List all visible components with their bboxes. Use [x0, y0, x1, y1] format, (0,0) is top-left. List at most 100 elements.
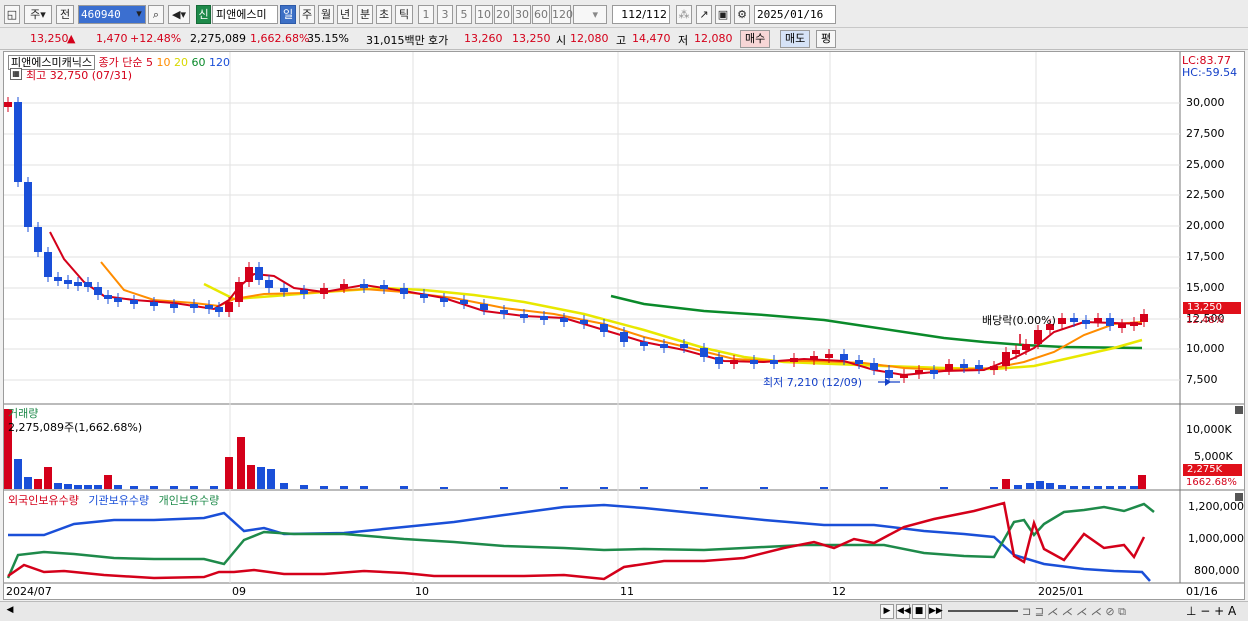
legend-ma5: 5	[145, 56, 153, 69]
window-icon[interactable]: ◱	[4, 5, 20, 24]
interval-dropdown[interactable]: ▾	[573, 5, 607, 24]
candle-body	[64, 280, 72, 284]
candle-body	[94, 287, 102, 295]
candle-body	[190, 304, 198, 308]
y-tick: 7,500	[1186, 373, 1218, 386]
interval-120[interactable]: 120	[551, 5, 573, 24]
volume-bar	[170, 486, 178, 489]
candle-body	[680, 344, 688, 348]
candle-body	[945, 364, 953, 370]
candle-body	[320, 288, 328, 294]
tab-minute[interactable]: 분	[357, 5, 373, 24]
x-label: 10	[415, 585, 429, 598]
candle-body	[225, 302, 233, 312]
volume-bar	[1138, 475, 1146, 489]
new-badge: 신	[196, 5, 211, 24]
draw-icon[interactable]: ↗	[696, 5, 712, 24]
candle-body	[930, 370, 938, 374]
event-note: 배당락(0.00%)	[982, 314, 1056, 327]
volume-bar	[225, 457, 233, 489]
buy-button[interactable]: 매수	[740, 30, 771, 48]
code-dropdown-icon[interactable]: ▾	[132, 5, 146, 24]
ask-price: 13,260	[464, 32, 503, 45]
volume-bar	[820, 487, 828, 489]
date-input[interactable]	[754, 5, 836, 24]
link-icon[interactable]: ⁂	[676, 5, 692, 24]
x-label: 2024/07	[6, 585, 52, 598]
interval-60[interactable]: 60	[532, 5, 550, 24]
tab-day[interactable]: 일	[280, 5, 296, 24]
vol-y-tick: 5,000K	[1194, 450, 1233, 463]
stock-name: 피앤에스미	[212, 5, 278, 24]
save-icon[interactable]: ▣	[715, 5, 731, 24]
ma10-line	[49, 231, 1143, 377]
period-type-select[interactable]: 주▾	[24, 5, 52, 24]
turnover-rate: 35.15%	[307, 32, 349, 45]
stop-icon[interactable]: ■	[912, 604, 926, 619]
volume-bar	[24, 477, 32, 489]
sound-icon[interactable]: ◀▾	[168, 5, 190, 24]
rewind-icon[interactable]: ◀◀	[896, 604, 911, 619]
low-note: 최저 7,210 (12/09)	[763, 376, 863, 389]
volume-bar	[280, 483, 288, 489]
legend-ma10: 10	[156, 56, 171, 69]
volume-bar	[560, 487, 568, 489]
volume-bar	[267, 469, 275, 489]
candle-body	[990, 366, 998, 370]
volume-bar	[700, 487, 708, 489]
interval-1[interactable]: 1	[418, 5, 434, 24]
volume-bar	[84, 485, 92, 489]
close-panel-icon[interactable]	[1235, 493, 1243, 501]
institution-holding-line	[8, 503, 1151, 582]
volume-value: 2,275,089주(1,662.68%)	[8, 421, 143, 434]
volume-bar	[1106, 486, 1114, 489]
candle-body	[715, 357, 723, 364]
drawing-tools[interactable]: ⊐ ⊒ ⋌ ⋌ ⋌ ⋌ ⊘ ⧉	[1022, 605, 1126, 619]
tab-second[interactable]: 초	[376, 5, 392, 24]
volume-bar	[760, 487, 768, 489]
zoom-slider[interactable]	[948, 610, 1018, 612]
avg-button[interactable]: 평	[816, 30, 837, 48]
candle-body	[1034, 330, 1042, 344]
candle-body	[520, 314, 528, 318]
chart-area[interactable]: 피앤에스미캐닉스 종가 단순 5 10 20 60 120 최고 32,750 …	[3, 51, 1245, 600]
zoom-controls[interactable]: ⊥ − + A	[1186, 604, 1236, 618]
candle-body	[114, 298, 122, 302]
candle-body	[14, 102, 22, 182]
interval-30[interactable]: 30	[513, 5, 531, 24]
search-icon[interactable]: ⌕	[148, 5, 164, 24]
interval-20[interactable]: 20	[494, 5, 512, 24]
calendar-icon[interactable]: ▦	[10, 68, 22, 80]
candle-body	[915, 370, 923, 374]
candle-body	[205, 305, 213, 309]
prev-button[interactable]: 전	[56, 5, 74, 24]
legend-institution: 기관보유수량	[88, 494, 150, 507]
candle-body	[960, 364, 968, 368]
tab-tick[interactable]: 틱	[395, 5, 413, 24]
tab-week[interactable]: 주	[299, 5, 315, 24]
interval-3[interactable]: 3	[437, 5, 453, 24]
chart-scrollbar[interactable]: ◀ ▶ ◀◀ ■ ▶▶ ⊐ ⊒ ⋌ ⋌ ⋌ ⋌ ⊘ ⧉ ⊥ − + A	[0, 601, 1248, 621]
interval-5[interactable]: 5	[456, 5, 472, 24]
scroll-right-icon[interactable]: ▶	[880, 604, 894, 619]
volume-bar	[34, 479, 42, 489]
tab-year[interactable]: 년	[337, 5, 353, 24]
candle-body	[900, 374, 908, 378]
scroll-left-icon[interactable]: ◀	[4, 604, 16, 619]
x-label: 09	[232, 585, 246, 598]
volume-bar	[130, 486, 138, 489]
candle-body	[54, 277, 62, 281]
candle-body	[4, 102, 12, 107]
interval-10[interactable]: 10	[475, 5, 493, 24]
volume-bar	[1046, 483, 1054, 489]
sell-button[interactable]: 매도	[780, 30, 811, 48]
candle-body	[44, 252, 52, 277]
forward-icon[interactable]: ▶▶	[928, 604, 943, 619]
chart-svg[interactable]	[4, 52, 1244, 599]
tab-month[interactable]: 월	[318, 5, 334, 24]
candle-body	[885, 370, 893, 378]
gear-icon[interactable]: ⚙	[734, 5, 750, 24]
volume-bar	[150, 486, 158, 489]
volume-bar	[54, 483, 62, 489]
close-panel-icon[interactable]	[1235, 406, 1243, 414]
